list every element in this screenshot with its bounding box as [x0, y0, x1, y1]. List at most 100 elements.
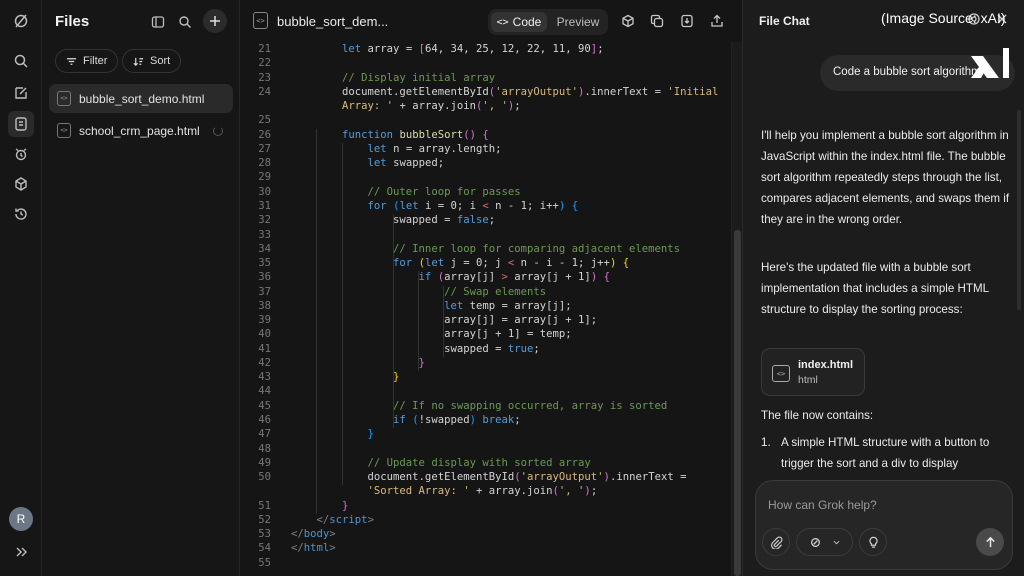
line-number: 35 — [258, 257, 271, 270]
line-number: 46 — [258, 414, 271, 427]
projects-icon[interactable] — [8, 171, 34, 197]
line-number: 42 — [258, 356, 271, 369]
html-file-icon: <> — [253, 12, 268, 29]
assistant-paragraph: Here's the updated file with a bubble so… — [761, 261, 989, 316]
tasks-icon[interactable] — [8, 141, 34, 167]
html-file-icon: <> — [772, 365, 790, 382]
chat-scrollbar[interactable] — [1017, 110, 1021, 310]
line-number: 36 — [258, 271, 271, 284]
line-number: 38 — [258, 299, 271, 312]
think-button[interactable] — [859, 528, 887, 556]
grok-logo-icon[interactable] — [8, 8, 34, 34]
preview-toggle-button[interactable]: Preview — [550, 12, 606, 32]
attachment-type: html — [798, 374, 818, 386]
arrow-up-icon — [985, 536, 995, 547]
line-number: 48 — [258, 442, 271, 455]
line-number: 55 — [258, 556, 271, 569]
line-number: 40 — [258, 328, 271, 341]
code-line-text: let swapped; — [367, 157, 445, 170]
line-number: 31 — [258, 199, 271, 212]
line-number: 49 — [258, 456, 271, 469]
code-line-text: } — [291, 356, 425, 369]
line-number: 33 — [258, 228, 271, 241]
add-file-button[interactable] — [203, 9, 227, 33]
attach-button[interactable] — [762, 528, 790, 556]
indent-guide — [393, 214, 394, 429]
editor-scrollbar-thumb[interactable] — [734, 230, 741, 576]
file-item-school-crm[interactable]: <> school_crm_page.html — [49, 116, 233, 145]
line-number: 54 — [258, 542, 271, 555]
indent-guide — [418, 271, 419, 372]
code-line-text: for (let i = 0; i < n - 1; i++) { — [367, 199, 579, 212]
line-number: 24 — [258, 85, 271, 98]
loading-spinner-icon — [213, 125, 223, 136]
search-files-icon[interactable] — [174, 11, 196, 33]
send-button[interactable] — [976, 528, 1004, 556]
icon-rail: R — [0, 0, 42, 576]
search-icon[interactable] — [8, 48, 34, 74]
code-line-text: // Update display with sorted array — [291, 456, 591, 469]
code-line-text: // Display initial array — [291, 71, 496, 84]
code-line-text: } — [291, 428, 374, 441]
line-number: 23 — [258, 71, 271, 84]
avatar[interactable]: R — [9, 507, 33, 531]
line-number: 22 — [258, 57, 271, 70]
view-toggle: <> Code Preview — [488, 9, 608, 35]
list-item-number: 1. — [761, 436, 771, 449]
cube-icon[interactable] — [620, 13, 636, 29]
code-line-text: let n = array.length; — [367, 142, 502, 155]
line-number: 45 — [258, 399, 271, 412]
line-number: 51 — [258, 499, 271, 512]
code-line-text: } — [291, 499, 349, 512]
sort-button[interactable]: Sort — [122, 49, 182, 73]
code-line-text: // Inner loop for comparing adjacent ele… — [291, 242, 681, 255]
code-line-text: array[j] = array[j + 1]; — [291, 314, 598, 327]
code-line-text: if (array[j] > array[j + 1]) { — [291, 271, 610, 284]
chevron-down-icon — [833, 540, 839, 544]
toggle-panel-icon[interactable] — [147, 11, 169, 33]
code-line-text: document.getElementById('arrayOutput').i… — [291, 85, 719, 98]
new-chat-icon[interactable] — [8, 80, 34, 106]
editor-toolbar: <> bubble_sort_dem... <> Code Preview — [240, 0, 742, 42]
file-attachment-card[interactable]: <> index.html html — [761, 348, 865, 396]
editor-tab-title[interactable]: bubble_sort_dem... — [277, 14, 388, 29]
copy-icon[interactable] — [649, 13, 665, 29]
line-number: 50 — [258, 471, 271, 484]
files-panel: Files Filter Sort <> bubble_sort_demo.ht… — [42, 0, 240, 576]
download-icon[interactable] — [679, 13, 695, 29]
code-toggle-button[interactable]: <> Code — [491, 12, 547, 32]
line-number: 43 — [258, 371, 271, 384]
share-icon[interactable] — [709, 13, 725, 29]
file-item-bubble-sort[interactable]: <> bubble_sort_demo.html — [49, 84, 233, 113]
line-number: 30 — [258, 185, 271, 198]
line-number: 27 — [258, 142, 271, 155]
list-item: 1. A simple HTML structure with a button… — [761, 432, 1011, 474]
filter-button[interactable]: Filter — [55, 49, 119, 73]
code-toggle-label: Code — [512, 15, 542, 29]
code-line-text: array[j + 1] = temp; — [291, 328, 572, 341]
chat-input[interactable] — [768, 495, 998, 515]
editor-scrollbar[interactable] — [731, 42, 742, 576]
history-icon[interactable] — [8, 201, 34, 227]
assistant-paragraph: The file now contains: — [761, 409, 874, 422]
files-icon[interactable] — [8, 111, 34, 137]
code-line-text: let temp = array[j]; — [291, 299, 572, 312]
line-number: 34 — [258, 242, 271, 255]
file-item-label: bubble_sort_demo.html — [79, 91, 205, 106]
xai-logo-icon — [971, 48, 1009, 78]
code-line-text: 'Sorted Array: ' + array.join(', '); — [291, 485, 598, 498]
lightbulb-icon — [868, 536, 878, 548]
line-number: 32 — [258, 214, 271, 227]
model-selector-button[interactable] — [796, 528, 853, 556]
code-area[interactable]: 21 let array = [64, 34, 25, 12, 22, 11, … — [240, 42, 730, 576]
indent-guide — [342, 142, 343, 486]
filter-icon — [66, 57, 77, 65]
expand-sidebar-icon[interactable] — [8, 539, 34, 565]
code-line-text: if (!swapped) break; — [291, 414, 521, 427]
sort-label: Sort — [150, 55, 171, 67]
file-item-label: school_crm_page.html — [79, 123, 200, 138]
code-line-text: </body> — [291, 528, 336, 541]
filter-label: Filter — [83, 55, 108, 67]
indent-guide — [316, 128, 317, 514]
line-number: 21 — [258, 43, 271, 55]
